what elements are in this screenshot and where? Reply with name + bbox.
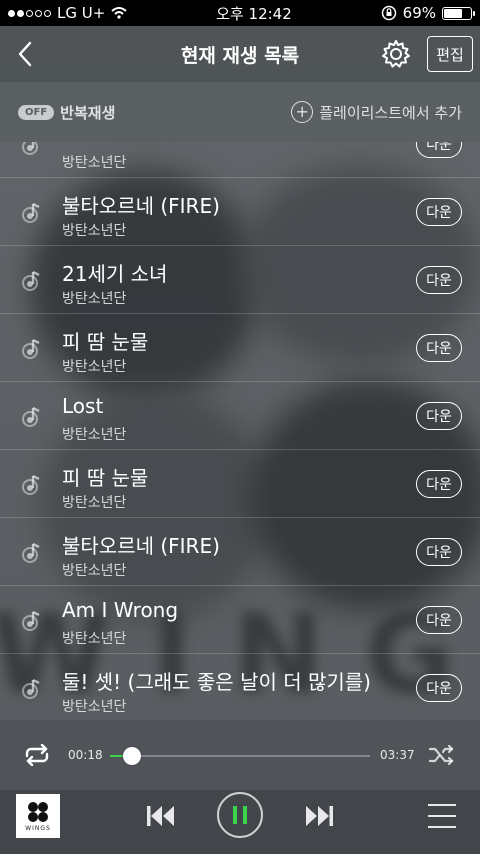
shuffle-icon[interactable]	[428, 744, 456, 766]
download-button[interactable]: 다운	[416, 402, 462, 430]
album-thumbnail[interactable]: WINGS	[16, 794, 60, 838]
list-item[interactable]: 피 땀 눈물 방탄소년단 다운	[0, 314, 480, 382]
edit-button[interactable]: 편집	[427, 36, 473, 72]
song-title: 21세기 소녀	[62, 262, 168, 286]
repeat-off-badge: OFF	[18, 104, 55, 120]
song-artist: 방탄소년단	[62, 495, 127, 511]
menu-icon[interactable]	[428, 804, 456, 828]
clock: 오후 12:42	[216, 4, 292, 23]
signal-strength-icon	[8, 9, 51, 17]
music-note-icon	[22, 610, 40, 631]
wifi-icon	[111, 7, 127, 19]
download-button[interactable]: 다운	[416, 266, 462, 294]
song-title: 불타오르네 (FIRE)	[62, 534, 220, 558]
repeat-label: 반복재생	[60, 103, 116, 122]
music-note-icon	[22, 270, 40, 291]
download-button[interactable]: 다운	[416, 334, 462, 362]
seek-handle[interactable]	[122, 747, 141, 765]
gear-icon[interactable]	[380, 38, 412, 70]
song-artist: 방탄소년단	[62, 155, 127, 171]
repeat-toggle[interactable]: OFF 반복재생	[18, 102, 115, 123]
music-note-icon	[22, 338, 40, 359]
song-artist: 방탄소년단	[62, 223, 127, 239]
song-title: Lost	[62, 394, 104, 418]
music-note-icon	[22, 678, 40, 699]
download-button[interactable]: 다운	[416, 674, 462, 702]
list-item[interactable]: 21세기 소녀 방탄소년단 다운	[0, 246, 480, 314]
song-title: 피 땀 눈물	[62, 466, 149, 490]
back-arrow-icon[interactable]	[14, 40, 38, 68]
repeat-icon[interactable]	[22, 744, 52, 766]
player-bar: WINGS	[0, 790, 480, 854]
music-note-icon	[22, 202, 40, 223]
pause-icon	[233, 806, 237, 824]
status-bar: LG U+ 오후 12:42 69%	[0, 0, 480, 26]
song-list[interactable]: 방탄소년단 다운 불타오르네 (FIRE) 방탄소년단 다운 21세기 소녀 방…	[0, 142, 480, 720]
song-artist: 방탄소년단	[62, 359, 127, 375]
song-title: 둘! 셋! (그래도 좋은 날이 더 많기를)	[62, 670, 371, 694]
song-artist: 방탄소년단	[62, 427, 127, 443]
music-note-icon	[22, 406, 40, 427]
download-button[interactable]: 다운	[416, 470, 462, 498]
download-button[interactable]: 다운	[416, 198, 462, 226]
song-title: 불타오르네 (FIRE)	[62, 194, 220, 218]
album-art	[27, 801, 49, 823]
total-time: 03:37	[380, 748, 415, 762]
download-button[interactable]: 다운	[416, 606, 462, 634]
list-item[interactable]: 불타오르네 (FIRE) 방탄소년단 다운	[0, 518, 480, 586]
plus-icon: +	[291, 101, 314, 123]
music-note-icon	[22, 474, 40, 495]
pause-button[interactable]	[217, 792, 263, 838]
list-item[interactable]: 피 땀 눈물 방탄소년단 다운	[0, 450, 480, 518]
battery-percent: 69%	[402, 4, 436, 22]
battery-icon	[442, 6, 475, 20]
download-button[interactable]: 다운	[416, 142, 462, 158]
song-title: Am I Wrong	[62, 598, 179, 622]
rotation-lock-icon	[381, 5, 396, 21]
page-title: 현재 재생 목록	[180, 44, 300, 67]
previous-track-icon[interactable]	[145, 802, 177, 830]
album-label: WINGS	[25, 824, 51, 832]
playback-progress: 00:18 03:37	[0, 720, 480, 790]
header: 현재 재생 목록 편집	[0, 26, 480, 82]
current-time: 00:18	[68, 748, 103, 762]
list-item[interactable]: 방탄소년단 다운	[0, 142, 480, 178]
add-from-playlist-button[interactable]: + 플레이리스트에서 추가	[291, 101, 462, 123]
song-artist: 방탄소년단	[62, 563, 127, 579]
song-artist: 방탄소년단	[62, 631, 127, 647]
list-item[interactable]: Am I Wrong 방탄소년단 다운	[0, 586, 480, 654]
song-artist: 방탄소년단	[62, 699, 127, 715]
seek-bar[interactable]	[110, 747, 370, 765]
download-button[interactable]: 다운	[416, 538, 462, 566]
list-item[interactable]: 둘! 셋! (그래도 좋은 날이 더 많기를) 방탄소년단 다운	[0, 654, 480, 720]
add-from-playlist-label: 플레이리스트에서 추가	[319, 103, 462, 122]
music-note-icon	[22, 542, 40, 563]
playlist-toolbar: OFF 반복재생 + 플레이리스트에서 추가	[0, 82, 480, 142]
song-title: 피 땀 눈물	[62, 330, 149, 354]
carrier-label: LG U+	[57, 4, 106, 22]
next-track-icon[interactable]	[303, 802, 335, 830]
song-artist: 방탄소년단	[62, 291, 127, 307]
list-item[interactable]: Lost 방탄소년단 다운	[0, 382, 480, 450]
music-note-icon	[22, 142, 38, 155]
list-item[interactable]: 불타오르네 (FIRE) 방탄소년단 다운	[0, 178, 480, 246]
